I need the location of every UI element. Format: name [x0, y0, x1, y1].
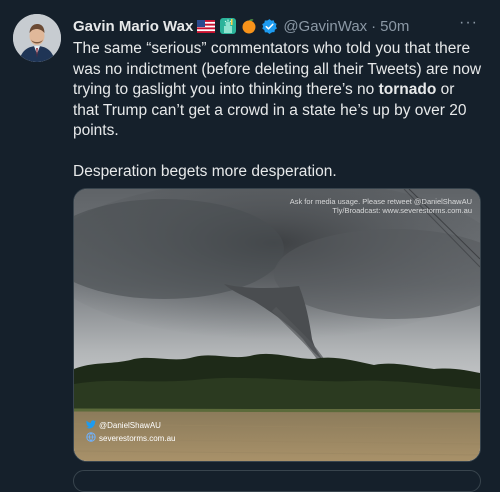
- verified-badge-icon[interactable]: [261, 18, 278, 35]
- photo-watermark: Ask for media usage. Please retweet @Dan…: [290, 197, 472, 215]
- tweet-paragraph-2: Desperation begets more desperation.: [73, 162, 337, 180]
- orange-icon: [241, 18, 257, 34]
- credit-website: severestorms.com.au: [99, 433, 176, 443]
- statue-of-liberty-icon: [219, 17, 237, 35]
- timestamp[interactable]: 50m: [380, 18, 409, 35]
- tweet-media-image[interactable]: Ask for media usage. Please retweet @Dan…: [73, 188, 481, 462]
- author-name[interactable]: Gavin Mario Wax: [73, 18, 193, 35]
- tweet[interactable]: Gavin Mario Wax @GavinWax · 50m ··· The …: [0, 0, 500, 492]
- watermark-line-2: Tly/Broadcast: www.severestorms.com.au: [332, 206, 472, 215]
- credit-twitter-handle: @DanielShawAU: [99, 421, 161, 430]
- more-options-button[interactable]: ···: [459, 14, 478, 32]
- author-handle[interactable]: @GavinWax: [283, 18, 367, 35]
- tweet-header: Gavin Mario Wax @GavinWax · 50m: [73, 16, 480, 36]
- tweet-text: The same “serious” commentators who told…: [73, 39, 483, 182]
- photo-credit: @DanielShawAU severestorms.com.au: [86, 420, 175, 445]
- twitter-bird-icon: [86, 420, 96, 432]
- globe-icon: [86, 432, 96, 445]
- us-flag-icon: [197, 19, 216, 33]
- avatar[interactable]: [13, 14, 61, 62]
- tweet-paragraph-1: The same “serious” commentators who told…: [73, 39, 483, 142]
- separator: ·: [371, 17, 377, 35]
- quoted-card-top[interactable]: [73, 470, 481, 492]
- tweet-bold-word: tornado: [378, 81, 437, 98]
- watermark-line-1: Ask for media usage. Please retweet @Dan…: [289, 197, 472, 206]
